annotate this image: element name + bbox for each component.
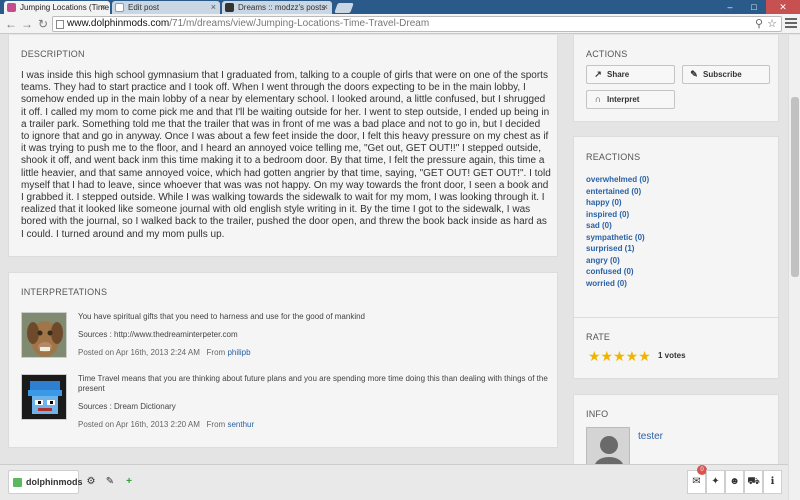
info-heading: INFO bbox=[586, 409, 609, 419]
share-button[interactable]: ↗ Share bbox=[586, 65, 675, 84]
posted-date: Posted on Apr 16th, 2013 2:24 AM bbox=[78, 348, 200, 357]
subscribe-label: Subscribe bbox=[703, 70, 742, 79]
interpretation-item: You have spiritual gifts that you need t… bbox=[21, 312, 551, 362]
reaction-entertained[interactable]: entertained (0) bbox=[586, 187, 641, 196]
headphones-icon: ∩ bbox=[594, 94, 602, 104]
tab-title: Edit post bbox=[128, 3, 160, 12]
reactions-heading: REACTIONS bbox=[586, 152, 641, 162]
reaction-sympathetic[interactable]: sympathetic (0) bbox=[586, 233, 645, 242]
bottom-right-icons: ✉ 0 ✦ ☻ ⛟ ℹ bbox=[687, 465, 782, 494]
url-host: www.dolphinmods.com bbox=[67, 18, 170, 29]
brand-menu[interactable]: dolphinmods bbox=[8, 470, 83, 494]
user-link[interactable]: senthur bbox=[227, 420, 254, 429]
dog-avatar[interactable] bbox=[21, 312, 67, 358]
twitter-icon[interactable]: ✦ bbox=[706, 470, 725, 494]
favicon-icon bbox=[7, 3, 16, 12]
brand-label: dolphinmods bbox=[26, 477, 83, 487]
favicon-icon bbox=[225, 3, 234, 12]
tab-jumping-locations[interactable]: Jumping Locations (Time × bbox=[4, 1, 110, 14]
reaction-surprised[interactable]: surprised (1) bbox=[586, 244, 634, 253]
share-icon: ↗ bbox=[594, 69, 602, 79]
tab-dreams-posts[interactable]: Dreams :: modzz's posts × bbox=[222, 1, 332, 14]
paperclip-icon: ✎ bbox=[690, 69, 698, 79]
scrollbar-thumb[interactable] bbox=[791, 97, 799, 277]
close-tab-icon[interactable]: × bbox=[211, 1, 216, 14]
rate-panel: RATE ★★★★★ 1 votes bbox=[573, 317, 779, 379]
interpretation-meta: Posted on Apr 16th, 2013 2:24 AM From ph… bbox=[78, 348, 548, 358]
close-tab-icon[interactable]: × bbox=[323, 1, 328, 14]
description-heading: DESCRIPTION bbox=[21, 49, 85, 59]
browser-menu-icon[interactable] bbox=[785, 18, 797, 30]
from-label: From bbox=[206, 348, 226, 357]
tab-title: Dreams :: modzz's posts bbox=[238, 3, 326, 12]
actions-heading: ACTIONS bbox=[586, 49, 628, 59]
reaction-worried[interactable]: worried (0) bbox=[586, 279, 627, 288]
description-text: I was inside this high school gymnasium … bbox=[21, 70, 551, 240]
rate-heading: RATE bbox=[586, 332, 611, 342]
reload-icon[interactable]: ↻ bbox=[36, 17, 50, 31]
reaction-overwhelmed[interactable]: overwhelmed (0) bbox=[586, 175, 649, 184]
actions-panel: ACTIONS ↗ Share ✎ Subscribe ∩ Interpret bbox=[573, 35, 779, 122]
cart-icon[interactable]: ⛟ bbox=[744, 470, 763, 494]
page-viewport: DESCRIPTION I was inside this high schoo… bbox=[0, 35, 788, 500]
reaction-confused[interactable]: confused (0) bbox=[586, 267, 634, 276]
bookmark-star-icon[interactable]: ☆ bbox=[767, 17, 777, 31]
close-tab-icon[interactable]: × bbox=[101, 1, 106, 14]
user-link[interactable]: philipb bbox=[227, 348, 250, 357]
interpretation-text: You have spiritual gifts that you need t… bbox=[78, 312, 366, 321]
interpretation-item: Time Travel means that you are thinking … bbox=[21, 374, 551, 429]
url-path: /71/m/dreams/view/Jumping-Locations-Time… bbox=[169, 18, 430, 29]
favicon-icon bbox=[115, 3, 124, 12]
reaction-inspired[interactable]: inspired (0) bbox=[586, 210, 629, 219]
posted-date: Posted on Apr 16th, 2013 2:20 AM bbox=[78, 420, 200, 429]
reaction-angry[interactable]: angry (0) bbox=[586, 256, 620, 265]
mail-icon[interactable]: ✉ 0 bbox=[687, 465, 707, 494]
info-icon[interactable]: ℹ bbox=[763, 470, 782, 494]
forward-arrow-icon[interactable]: → bbox=[20, 17, 34, 31]
interpretations-panel: INTERPRETATIONS You have spiritual gifts… bbox=[8, 272, 558, 448]
interpretation-source: Sources : Dream Dictionary bbox=[78, 402, 176, 411]
share-label: Share bbox=[607, 70, 630, 79]
page-scrollbar[interactable] bbox=[788, 35, 800, 500]
bottom-toolbar: dolphinmods ⚙ ✎ + ✉ 0 ✦ ☻ ⛟ ℹ bbox=[0, 464, 788, 500]
description-panel: DESCRIPTION I was inside this high schoo… bbox=[8, 35, 558, 257]
from-label: From bbox=[206, 420, 226, 429]
zoom-search-icon[interactable]: ⚲ bbox=[755, 17, 763, 31]
interpretations-heading: INTERPRETATIONS bbox=[21, 287, 108, 297]
page-icon bbox=[56, 20, 64, 29]
interpretation-source: Sources : http://www.thedreaminterpeter.… bbox=[78, 330, 238, 339]
add-icon[interactable]: + bbox=[122, 475, 136, 489]
gear-icon[interactable]: ⚙ bbox=[84, 475, 98, 489]
subscribe-button[interactable]: ✎ Subscribe bbox=[682, 65, 770, 84]
reaction-happy[interactable]: happy (0) bbox=[586, 198, 622, 207]
reaction-sad[interactable]: sad (0) bbox=[586, 221, 612, 230]
window-controls: – □ ✕ bbox=[718, 0, 800, 14]
close-window-icon[interactable]: ✕ bbox=[766, 0, 800, 14]
tab-edit-post[interactable]: Edit post × bbox=[112, 1, 220, 14]
vote-count: 1 votes bbox=[658, 351, 686, 360]
browser-tab-bar: Jumping Locations (Time × Edit post × Dr… bbox=[0, 0, 800, 14]
browser-toolbar: ← → ↻ www.dolphinmods.com/71/m/dreams/vi… bbox=[0, 14, 800, 34]
brand-logo-icon bbox=[13, 478, 22, 487]
interpret-button[interactable]: ∩ Interpret bbox=[586, 90, 675, 109]
info-username[interactable]: tester bbox=[638, 431, 663, 442]
interpretation-meta: Posted on Apr 16th, 2013 2:20 AM From se… bbox=[78, 420, 548, 430]
interpretation-text: Time Travel means that you are thinking … bbox=[78, 374, 548, 393]
cartoon-avatar[interactable] bbox=[21, 374, 67, 420]
user-icon[interactable]: ☻ bbox=[725, 470, 744, 494]
minimize-icon[interactable]: – bbox=[718, 0, 742, 14]
star-rating[interactable]: ★★★★★ bbox=[588, 348, 651, 365]
tab-title: Jumping Locations (Time bbox=[20, 3, 110, 12]
edit-icon[interactable]: ✎ bbox=[103, 475, 117, 489]
interpret-label: Interpret bbox=[607, 95, 640, 104]
maximize-icon[interactable]: □ bbox=[742, 0, 766, 14]
reactions-panel: REACTIONS overwhelmed (0) entertained (0… bbox=[573, 136, 779, 333]
new-tab-button[interactable] bbox=[334, 3, 354, 13]
address-bar[interactable]: www.dolphinmods.com/71/m/dreams/view/Jum… bbox=[52, 16, 782, 32]
back-arrow-icon[interactable]: ← bbox=[4, 17, 18, 31]
